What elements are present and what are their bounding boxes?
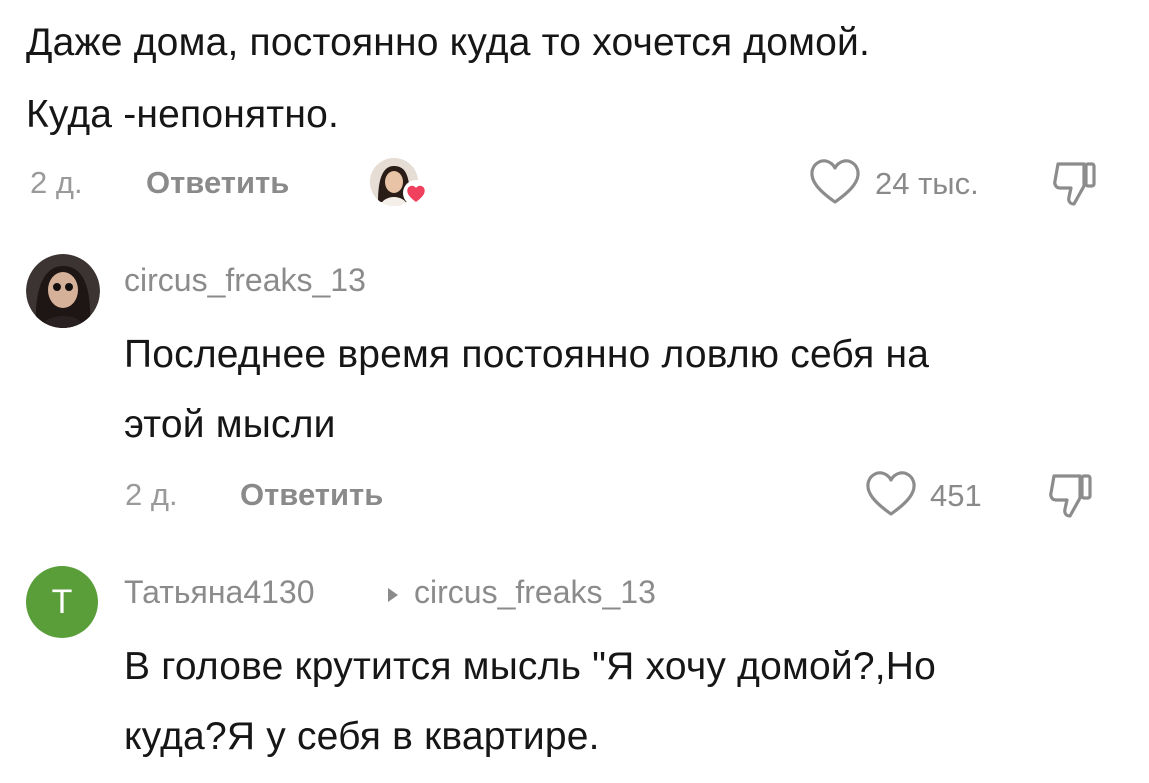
like-count: 451 (930, 478, 982, 513)
comment-text-line1: В голове крутится мысль "Я хочу домой?,Н… (124, 645, 937, 688)
avatar-circus-freaks[interactable] (26, 254, 100, 328)
comment-time: 2 д. (30, 165, 83, 200)
dislike-icon[interactable] (1050, 156, 1100, 208)
comment-text-line2: Куда -непонятно. (26, 93, 340, 136)
username[interactable]: Татьяна4130 (124, 574, 315, 611)
comment-text-line1: Последнее время постоянно ловлю себя на (124, 333, 930, 376)
dislike-icon[interactable] (1046, 468, 1096, 520)
reply-to-username[interactable]: circus_freaks_13 (414, 574, 656, 611)
comment-text-line2: куда?Я у себя в квартире. (124, 715, 600, 758)
comment-text-line2: этой мысли (124, 403, 336, 446)
reply-button[interactable]: Ответить (146, 165, 289, 201)
heart-badge-icon (402, 180, 430, 206)
username[interactable]: circus_freaks_13 (124, 262, 366, 299)
like-heart-icon[interactable] (864, 470, 918, 518)
creator-liked-badge (370, 156, 430, 208)
like-heart-icon[interactable] (808, 158, 862, 206)
avatar-tatyana[interactable]: Т (26, 566, 98, 638)
comment-text-line1: Даже дома, постоянно куда то хочется дом… (26, 21, 871, 64)
like-count: 24 тыс. (875, 166, 979, 201)
comment-time: 2 д. (125, 477, 178, 512)
avatar-letter: Т (51, 582, 73, 621)
reply-arrow-icon (386, 587, 400, 603)
reply-button[interactable]: Ответить (240, 477, 383, 513)
